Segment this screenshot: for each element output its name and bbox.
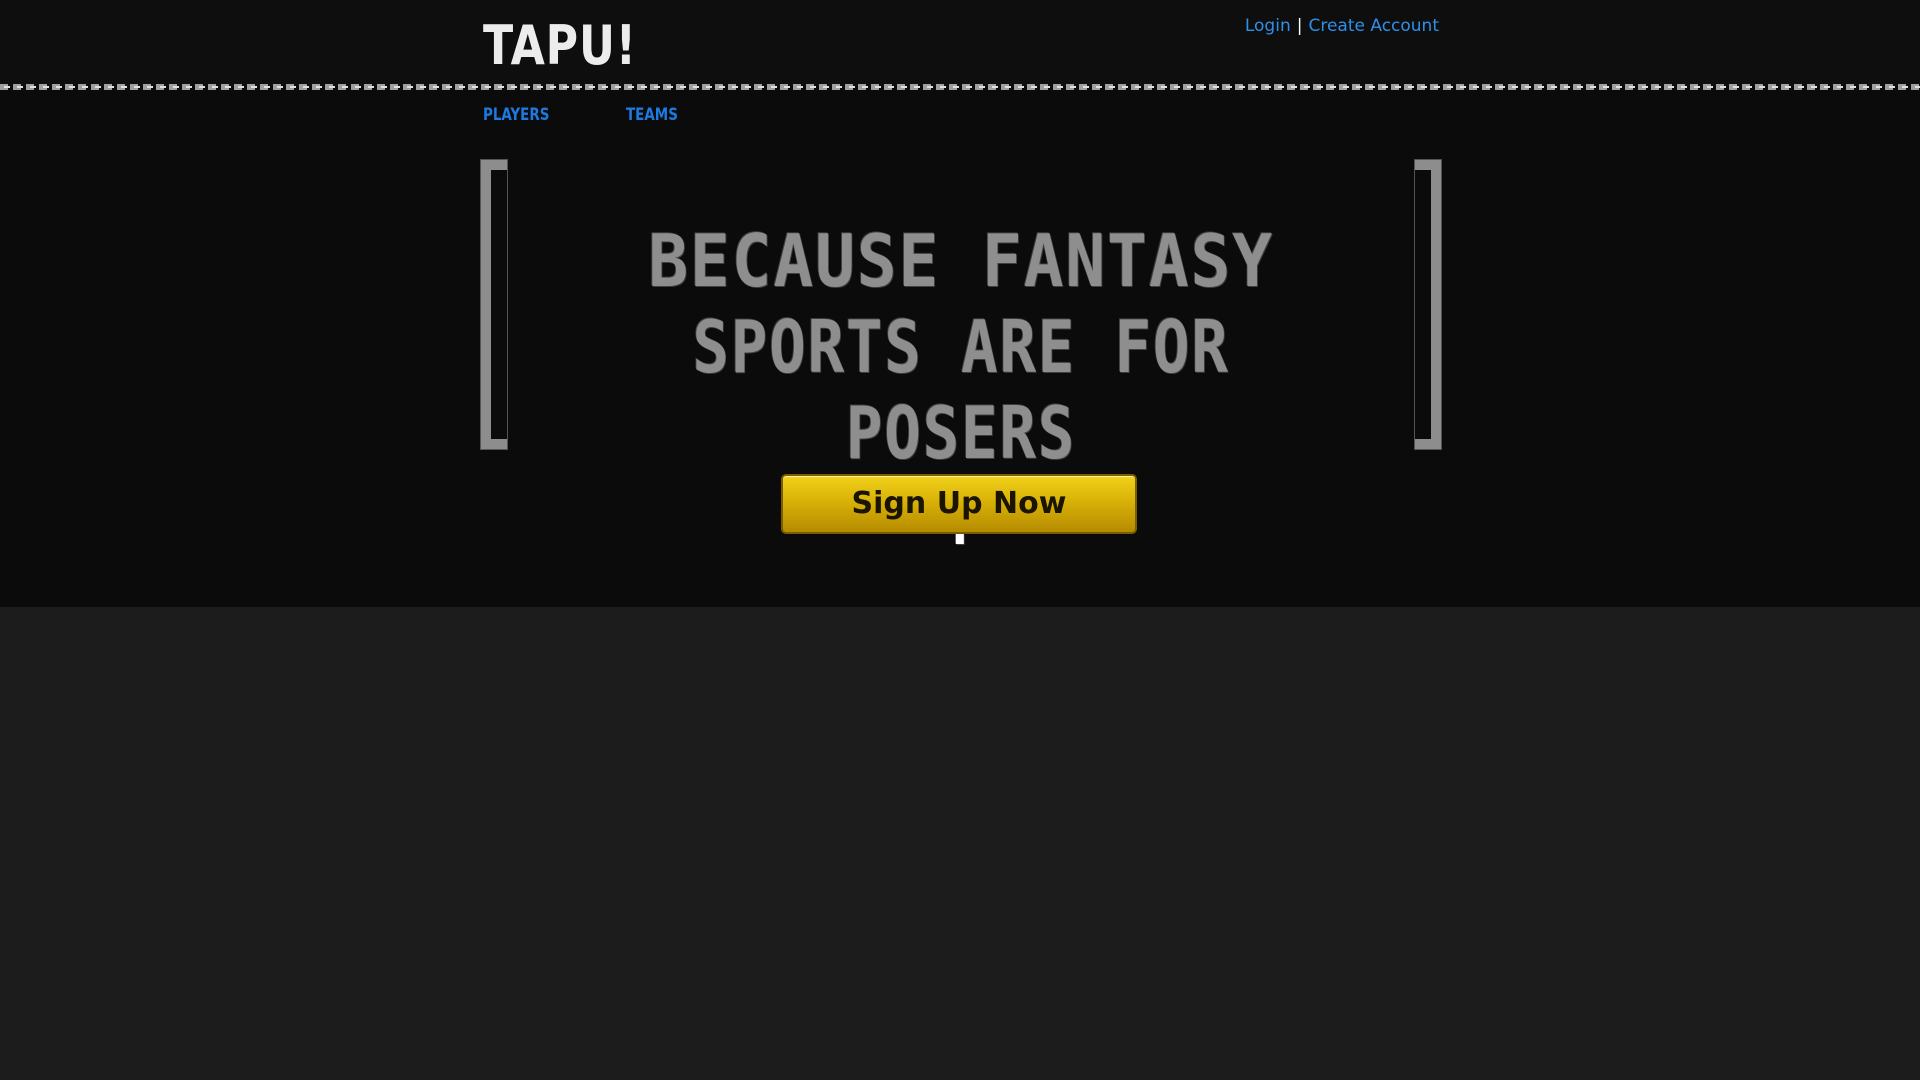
- tagline-line-2-text: SPORTS ARE FOR POSERS: [692, 305, 1230, 475]
- nav-item-teams[interactable]: TEAMS: [626, 104, 678, 126]
- sign-up-button[interactable]: Sign Up Now: [781, 474, 1137, 534]
- site-logo[interactable]: TAPU!: [483, 13, 637, 79]
- account-links: Login | Create Account: [1245, 15, 1439, 37]
- site-header: [0, 0, 1920, 86]
- right-bracket-decoration: [1414, 159, 1442, 450]
- left-bracket-decoration: [480, 159, 508, 450]
- tagline-line-1: BECAUSE FANTASY: [648, 219, 1274, 303]
- login-link[interactable]: Login: [1245, 16, 1291, 36]
- stitch-divider-highlight: [0, 86, 1920, 88]
- account-separator: |: [1296, 16, 1303, 36]
- nav-item-players[interactable]: PLAYERS: [483, 104, 549, 126]
- create-account-link[interactable]: Create Account: [1308, 16, 1439, 36]
